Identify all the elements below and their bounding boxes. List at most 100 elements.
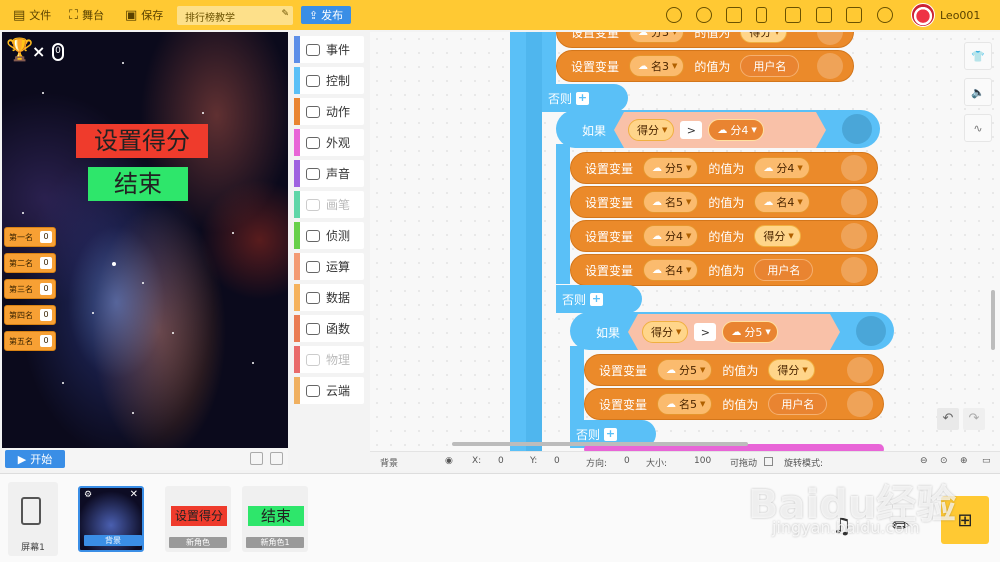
language-icon[interactable] (877, 7, 893, 23)
variable-dropdown[interactable]: ☁ 分5 ▼ (657, 359, 713, 381)
variable-dropdown[interactable]: ☁ 分5 ▼ (643, 157, 699, 179)
screen-selector[interactable]: 屏幕1 (8, 482, 58, 556)
start-button[interactable]: ▶ 开始 (5, 450, 65, 468)
value-of-label: 的值为 (722, 363, 759, 378)
extensions-icon[interactable] (696, 7, 712, 23)
rank-value: 0 (40, 335, 52, 347)
category-item[interactable]: 动作 (294, 98, 364, 125)
value-variable[interactable]: ☁ 名4 ▼ (754, 191, 810, 213)
category-item[interactable]: 声音 (294, 160, 364, 187)
category-item[interactable]: 数据 (294, 284, 364, 311)
category-item[interactable]: 画笔 (294, 191, 364, 218)
horizontal-scrollbar[interactable] (452, 442, 748, 446)
end-sprite[interactable]: 结束 (88, 167, 188, 201)
cloud-icon (817, 53, 843, 79)
gamepad-icon (842, 114, 872, 144)
sprite-name-field[interactable]: 背景 (380, 456, 398, 469)
category-color (294, 36, 300, 63)
close-icon[interactable]: ✕ (130, 489, 138, 500)
value-input[interactable]: 用户名 (740, 55, 800, 77)
set-score-sprite[interactable]: 设置得分 (76, 124, 208, 158)
undo-icon[interactable]: ↶ (937, 408, 959, 430)
category-item[interactable]: 事件 (294, 36, 364, 63)
pet-icon[interactable] (666, 7, 682, 23)
zoom-in-icon[interactable]: ⊕ (960, 456, 968, 466)
sound-icon[interactable]: 🔈 (964, 78, 992, 106)
save-button[interactable]: ▣ 保存 (116, 0, 172, 30)
redo-icon[interactable]: ↷ (963, 408, 985, 430)
category-item[interactable]: 运算 (294, 253, 364, 280)
publish-button[interactable]: ⇪ 发布 (301, 6, 351, 24)
compare-block[interactable]: 得分 ▼ > ☁ 分4 ▼ (614, 112, 826, 148)
add-icon[interactable]: + (576, 91, 590, 105)
vertical-scrollbar[interactable] (991, 290, 995, 350)
set-variable-block[interactable]: 设置变量 ☁ 名3 ▼ 的值为 用户名 (556, 50, 854, 82)
category-color (294, 129, 300, 156)
top-toolbar: ▤ 文件 ⛶ 舞台 ▣ 保存 排行榜教学 ✎ ⇪ 发布 Leo001 (0, 0, 1000, 30)
tablet-icon[interactable] (756, 7, 767, 23)
counter-value: 0 (52, 43, 64, 61)
variable-dropdown[interactable]: ☁ 分4 ▼ (643, 225, 699, 247)
category-item[interactable]: 侦测 (294, 222, 364, 249)
category-color (294, 346, 300, 373)
variable-dropdown[interactable]: ☁ 名5 ▼ (657, 393, 713, 415)
set-variable-block[interactable]: 设置变量 ☁ 名4 ▼ 的值为 用户名 (570, 254, 878, 286)
minimize-icon[interactable]: ▭ (982, 456, 991, 466)
draggable-checkbox[interactable] (764, 457, 773, 467)
screen-label: 屏幕1 (21, 543, 45, 553)
folder-plus-icon: ⊞ (957, 509, 973, 531)
code-workspace[interactable]: 设置变量 ☁ 分3 ▼ 的值为 得分 ▼ 设置变量 ☁ 名3 ▼ 的值为 用户名 否则 + 如果 得分 ▼… (370, 32, 1000, 451)
value-variable[interactable]: ☁ 分4 ▼ (754, 157, 810, 179)
stage-menu[interactable]: ⛶ 舞台 (60, 0, 113, 30)
fullscreen-icon[interactable] (250, 452, 263, 465)
add-icon[interactable]: + (604, 427, 618, 441)
x-input[interactable]: 0 (498, 456, 504, 466)
set-variable-block[interactable]: 设置变量 ☁ 分5 ▼ 的值为 ☁ 分4 ▼ (570, 152, 878, 184)
value-input[interactable]: 用户名 (768, 393, 828, 415)
set-variable-block[interactable]: 设置变量 ☁ 分3 ▼ 的值为 得分 ▼ (556, 32, 854, 48)
gear-icon[interactable]: ⚙ (84, 490, 92, 500)
category-color (294, 98, 300, 125)
value-sensor[interactable]: 得分 ▼ (754, 225, 801, 247)
category-item[interactable]: 云端 (294, 377, 364, 404)
file-menu[interactable]: ▤ 文件 (4, 0, 60, 30)
category-label: 数据 (326, 291, 351, 305)
stage-canvas[interactable]: 🏆 × 0 设置得分 结束 第一名 0 第二名 0 第三名 0 第四名 0 第五名 0 (2, 32, 288, 448)
visibility-icon[interactable]: ◉ (445, 456, 453, 466)
set-variable-block[interactable]: 设置变量 ☁ 名5 ▼ 的值为 用户名 (584, 388, 884, 420)
sprite-card-background[interactable]: ⚙ ✕ 背景 (78, 486, 144, 552)
y-input[interactable]: 0 (554, 456, 560, 466)
value-input[interactable]: 用户名 (754, 259, 814, 281)
category-item[interactable]: 外观 (294, 129, 364, 156)
calendar-icon[interactable] (816, 7, 832, 23)
costume-icon[interactable]: 👕 (964, 42, 992, 70)
print-icon[interactable] (785, 7, 801, 23)
sprite-card[interactable]: 设置得分 新角色 (165, 486, 231, 552)
help-icon[interactable] (846, 7, 862, 23)
grid-icon[interactable] (270, 452, 283, 465)
graph-icon[interactable]: ∿ (964, 114, 992, 142)
set-variable-block[interactable]: 设置变量 ☁ 分5 ▼ 的值为 得分 ▼ (584, 354, 884, 386)
compare-block[interactable]: 得分 ▼ > ☁ 分5 ▼ (628, 314, 840, 350)
direction-input[interactable]: 0 (624, 456, 630, 466)
zoom-reset-icon[interactable]: ⊙ (940, 456, 948, 466)
variable-dropdown[interactable]: ☁ 名5 ▼ (643, 191, 699, 213)
sprite-card[interactable]: 结束 新角色1 (242, 486, 308, 552)
size-input[interactable]: 100 (694, 456, 711, 466)
zoom-out-icon[interactable]: ⊖ (920, 456, 928, 466)
pencil-icon: ✎ (281, 9, 289, 19)
category-item[interactable]: 控制 (294, 67, 364, 94)
category-item[interactable]: 物理 (294, 346, 364, 373)
value-sensor[interactable]: 得分 ▼ (768, 359, 815, 381)
variable-dropdown[interactable]: ☁ 名3 ▼ (629, 55, 685, 77)
add-icon[interactable]: + (590, 292, 604, 306)
category-item[interactable]: 函数 (294, 315, 364, 342)
folder-icon[interactable] (726, 7, 742, 23)
if-block-arm (570, 346, 584, 420)
variable-dropdown[interactable]: ☁ 名4 ▼ (643, 259, 699, 281)
project-name-input[interactable]: 排行榜教学 ✎ (177, 6, 293, 25)
category-icon (306, 74, 320, 87)
set-variable-block[interactable]: 设置变量 ☁ 名5 ▼ 的值为 ☁ 名4 ▼ (570, 186, 878, 218)
set-variable-block[interactable]: 设置变量 ☁ 分4 ▼ 的值为 得分 ▼ (570, 220, 878, 252)
user-menu[interactable]: Leo001 (911, 3, 980, 27)
